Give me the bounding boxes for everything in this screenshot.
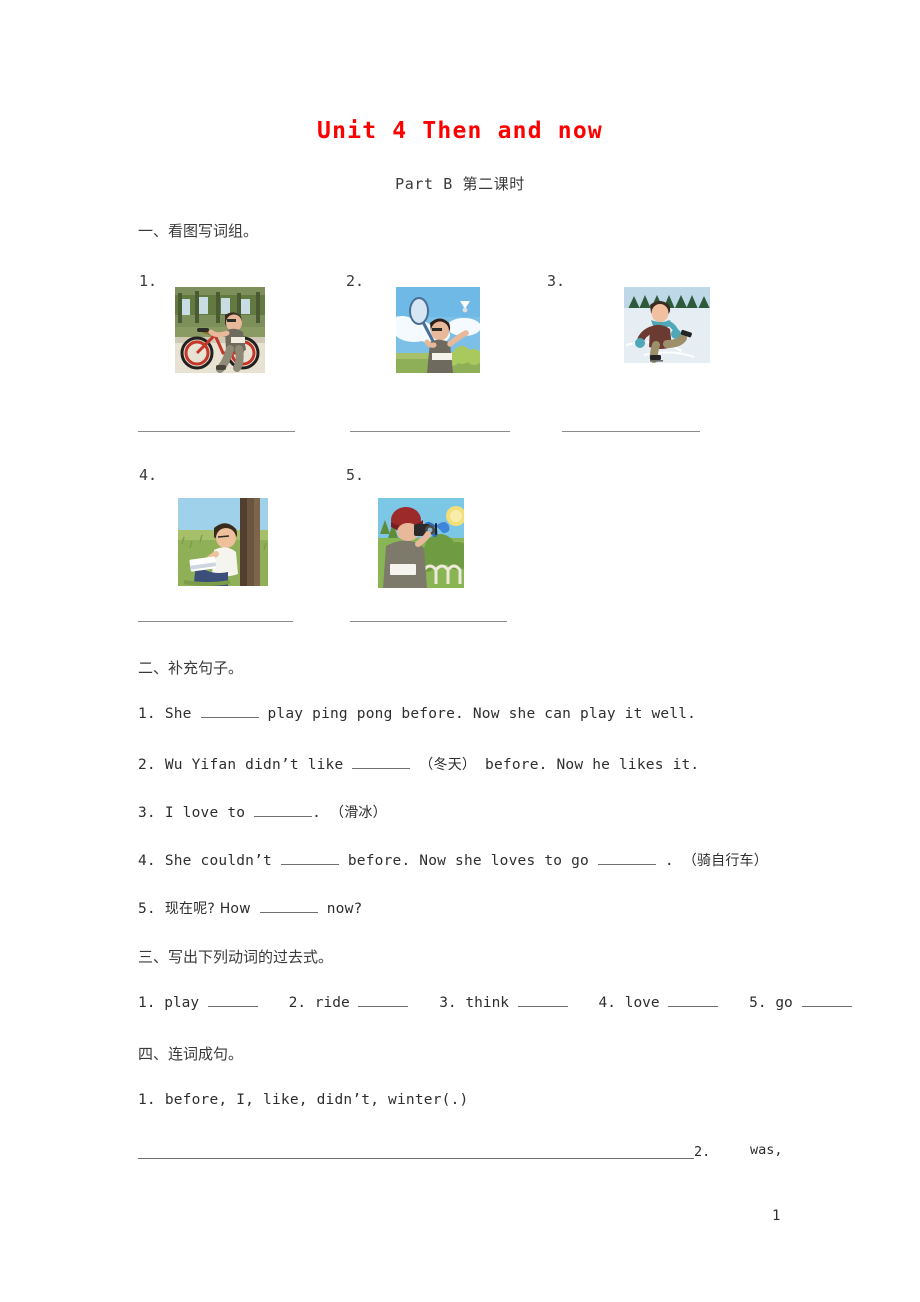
verb-1-number: 1. bbox=[138, 995, 156, 1011]
page-number: 1 bbox=[772, 1208, 781, 1224]
answer-line-1[interactable] bbox=[138, 431, 295, 432]
answer-line-5[interactable] bbox=[350, 621, 507, 622]
verb-1-word: play bbox=[164, 995, 200, 1011]
q5-after: now? bbox=[326, 901, 363, 917]
section-two-question-2: 2. Wu Yifan didn’t like （冬天） before. Now… bbox=[138, 754, 699, 774]
section-two-question-5: 5. 现在呢? How now? bbox=[138, 898, 362, 918]
q3-hint: （滑冰） bbox=[330, 805, 387, 821]
verb-item-3: 3. think bbox=[439, 995, 568, 1011]
section-three-verb-list: 1. play 2. ride 3. think 4. love 5. go bbox=[138, 995, 852, 1011]
verb-4-word: love bbox=[624, 995, 660, 1011]
q4-hint: （骑自行车） bbox=[682, 853, 768, 869]
picture-number-5: 5. bbox=[346, 466, 365, 484]
verb-item-4: 4. love bbox=[599, 995, 719, 1011]
section-four-answer-line-1[interactable] bbox=[138, 1158, 694, 1159]
verb-1-blank[interactable] bbox=[207, 1006, 258, 1007]
boy-ice-skating-icon bbox=[624, 287, 710, 363]
q2-blank[interactable] bbox=[352, 768, 411, 769]
picture-number-3: 3. bbox=[547, 272, 566, 290]
verb-item-1: 1. play bbox=[138, 995, 258, 1011]
section-four-heading: 四、连词成句。 bbox=[138, 1045, 244, 1063]
verb-3-number: 3. bbox=[439, 995, 457, 1011]
q3-number: 3. bbox=[138, 805, 156, 821]
boy-playing-badminton-icon bbox=[396, 287, 480, 373]
section-four-tail-words: was, bbox=[750, 1142, 783, 1158]
q4-mid: before. Now she loves to go bbox=[347, 853, 589, 869]
section-two-question-3: 3. I love to . （滑冰） bbox=[138, 802, 387, 822]
section-two-heading: 二、补充句子。 bbox=[138, 659, 244, 677]
q4-blank-2[interactable] bbox=[597, 864, 656, 865]
person-taking-photo-butterfly-icon bbox=[378, 498, 464, 588]
worksheet-page: Unit 4 Then and now Part B 第二课时 一、看图写词组。… bbox=[0, 0, 920, 1302]
q3-blank[interactable] bbox=[254, 816, 313, 817]
q2-after: before. Now he likes it. bbox=[485, 757, 700, 773]
q1-number: 1. bbox=[138, 706, 156, 722]
q5-blank[interactable] bbox=[259, 912, 318, 913]
q3-after: . bbox=[312, 805, 322, 821]
q5-number: 5. bbox=[138, 901, 156, 917]
verb-2-number: 2. bbox=[288, 995, 307, 1011]
section-one-heading: 一、看图写词组。 bbox=[138, 222, 259, 240]
page-title: Unit 4 Then and now bbox=[317, 118, 603, 144]
q4-number: 4. bbox=[138, 853, 156, 869]
boy-reading-book-under-tree-icon bbox=[178, 498, 268, 586]
answer-line-3[interactable] bbox=[562, 431, 700, 432]
q5-before: 现在呢? How bbox=[164, 901, 251, 917]
s4-q1-number: 1. bbox=[138, 1092, 156, 1108]
verb-4-number: 4. bbox=[598, 995, 616, 1011]
answer-line-4[interactable] bbox=[138, 621, 293, 622]
verb-5-number: 5. bbox=[749, 995, 767, 1011]
verb-2-word: ride bbox=[314, 995, 350, 1011]
answer-line-2[interactable] bbox=[350, 431, 510, 432]
picture-number-4: 4. bbox=[139, 466, 158, 484]
verb-5-word: go bbox=[775, 995, 793, 1011]
q2-hint: （冬天） bbox=[419, 757, 477, 773]
verb-5-blank[interactable] bbox=[801, 1006, 852, 1007]
verb-3-blank[interactable] bbox=[517, 1006, 568, 1007]
verb-item-2: 2. ride bbox=[289, 995, 409, 1011]
q1-before: She bbox=[164, 706, 192, 722]
section-two-question-4: 4. She couldn’t before. Now she loves to… bbox=[138, 850, 768, 870]
verb-item-5: 5. go bbox=[749, 995, 852, 1011]
q2-number: 2. bbox=[138, 757, 156, 773]
section-four-question-1: 1. before, I, like, didn’t, winter(.) bbox=[138, 1092, 468, 1108]
verb-3-word: think bbox=[465, 995, 510, 1011]
page-subtitle: Part B 第二课时 bbox=[395, 175, 525, 193]
boy-riding-bicycle-icon bbox=[175, 287, 265, 373]
section-four-tail-number: 2. bbox=[694, 1144, 711, 1160]
picture-number-2: 2. bbox=[346, 272, 365, 290]
q1-after: play ping pong before. Now she can play … bbox=[267, 706, 697, 722]
q4-blank-1[interactable] bbox=[280, 864, 339, 865]
section-two-question-1: 1. She play ping pong before. Now she ca… bbox=[138, 706, 696, 722]
verb-2-blank[interactable] bbox=[358, 1006, 409, 1007]
q1-blank[interactable] bbox=[200, 717, 259, 718]
picture-number-1: 1. bbox=[139, 272, 158, 290]
verb-4-blank[interactable] bbox=[668, 1006, 719, 1007]
q4-before: She couldn’t bbox=[164, 853, 272, 869]
q3-before: I love to bbox=[164, 805, 246, 821]
q2-before: Wu Yifan didn’t like bbox=[164, 757, 344, 773]
section-three-heading: 三、写出下列动词的过去式。 bbox=[138, 948, 334, 966]
s4-q1-words: before, I, like, didn’t, winter(.) bbox=[164, 1092, 469, 1108]
q4-after: . bbox=[664, 853, 674, 869]
